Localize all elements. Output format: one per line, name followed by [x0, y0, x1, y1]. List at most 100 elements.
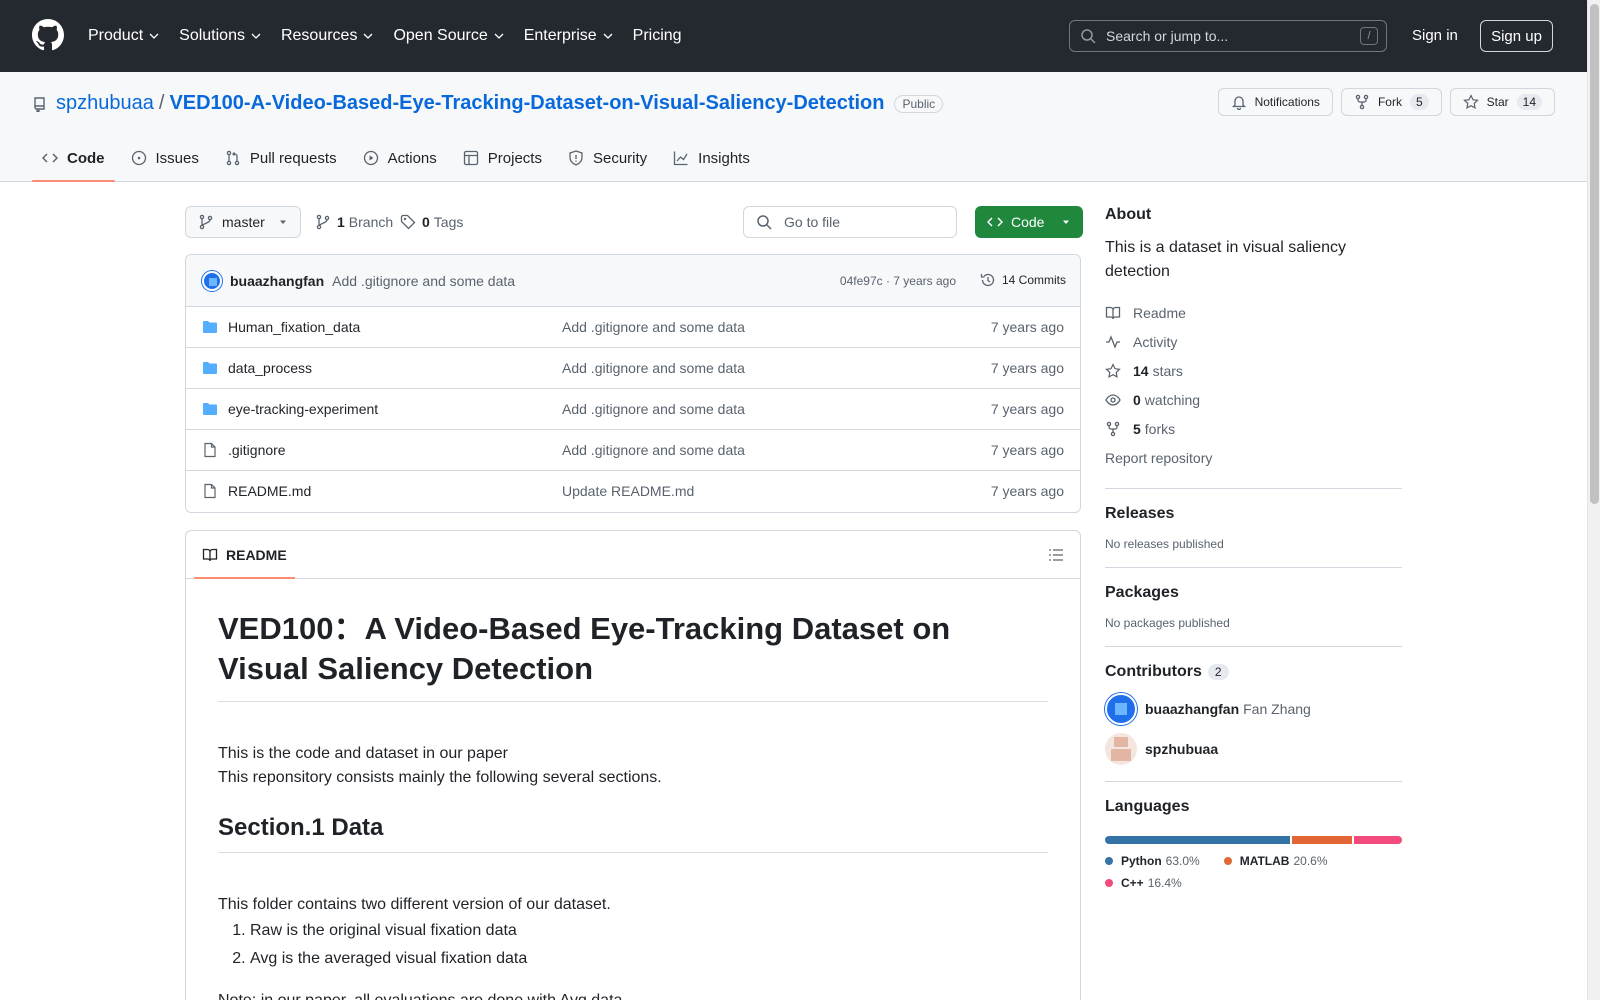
scrollbar-thumb[interactable] [1590, 4, 1599, 504]
star-icon [1462, 94, 1479, 110]
languages-heading: Languages [1105, 798, 1190, 815]
fork-count: 5 [1409, 94, 1429, 110]
commit-message-link[interactable]: Add .gitignore and some data [332, 273, 515, 289]
file-row[interactable]: README.md Update README.md 7 years ago [186, 471, 1080, 512]
file-name-link[interactable]: README.md [228, 483, 311, 499]
avatar[interactable] [1105, 693, 1137, 725]
repo-sidebar: About This is a dataset in visual salien… [1105, 206, 1402, 898]
file-name-link[interactable]: eye-tracking-experiment [228, 401, 378, 417]
file-name-link[interactable]: Human_fixation_data [228, 319, 360, 335]
forks-link[interactable]: 5 forks [1105, 414, 1402, 443]
stars-link[interactable]: 14 stars [1105, 356, 1402, 385]
tab-security[interactable]: Security [558, 134, 657, 182]
nav-solutions[interactable]: Solutions [179, 27, 261, 45]
file-commit-message[interactable]: Add .gitignore and some data [562, 319, 745, 335]
fork-icon [1106, 421, 1120, 436]
file-name-link[interactable]: data_process [228, 360, 312, 376]
about-heading: About [1105, 206, 1152, 223]
nav-enterprise[interactable]: Enterprise [524, 27, 613, 45]
contributor-login[interactable]: spzhubuaa [1145, 741, 1218, 757]
file-commit-message[interactable]: Add .gitignore and some data [562, 442, 745, 458]
tags-link[interactable]: 0 Tags [400, 214, 463, 230]
language-item[interactable]: C++ 16.4% [1105, 876, 1182, 890]
file-commit-message[interactable]: Update README.md [562, 483, 694, 499]
releases-empty-text: No releases published [1105, 537, 1224, 551]
divider [1105, 781, 1402, 782]
fork-button[interactable]: Fork 5 [1340, 88, 1442, 116]
language-bar-segment [1291, 836, 1352, 844]
releases-heading[interactable]: Releases [1105, 505, 1402, 523]
language-dot [1223, 857, 1232, 865]
search-input[interactable]: Search or jump to... / [1069, 20, 1387, 52]
branch-selector[interactable]: master [185, 206, 301, 238]
branches-link[interactable]: 1 Branch [315, 214, 393, 230]
language-bar-segment [1353, 836, 1402, 844]
contributor[interactable]: spzhubuaa [1105, 733, 1402, 765]
commits-history-link[interactable]: 14 Commits [980, 272, 1066, 288]
global-nav: Product Solutions Resources Open Source … [88, 0, 702, 72]
tab-actions[interactable]: Actions [353, 134, 447, 182]
code-icon [987, 217, 1003, 227]
commit-hash-time[interactable]: 04fe97c · 7 years ago [840, 274, 956, 288]
file-icon [204, 442, 216, 458]
tab-pull-requests[interactable]: Pull requests [215, 134, 347, 182]
repo-header: spzhubuaa / VED100-A-Video-Based-Eye-Tra… [0, 72, 1587, 182]
languages-bar [1105, 836, 1402, 844]
activity-link[interactable]: Activity [1105, 327, 1402, 356]
chevron-down-icon [603, 33, 613, 39]
repo-owner-link[interactable]: spzhubuaa [56, 92, 154, 115]
page-scrollbar[interactable] [1587, 0, 1600, 1000]
readme-title: VED100：A Video-Based Eye-Tracking Datase… [218, 609, 1048, 702]
language-item[interactable]: Python 63.0% [1105, 854, 1200, 868]
contributors-heading[interactable]: Contributors 2 [1105, 663, 1402, 681]
tab-projects[interactable]: Projects [453, 134, 552, 182]
folder-icon [203, 362, 217, 374]
contributors-list: buaazhangfan Fan Zhang spzhubuaa [1105, 693, 1402, 765]
tab-code[interactable]: Code [32, 134, 115, 182]
outline-list-icon[interactable] [1048, 547, 1064, 563]
nav-resources[interactable]: Resources [281, 27, 373, 45]
sign-up-button[interactable]: Sign up [1480, 20, 1553, 52]
notifications-button[interactable]: Notifications [1217, 88, 1333, 116]
tab-insights[interactable]: Insights [663, 134, 760, 182]
nav-open-source[interactable]: Open Source [393, 27, 504, 45]
contributors-count: 2 [1207, 664, 1229, 680]
caret-down-icon [280, 220, 286, 224]
readme-link[interactable]: Readme [1105, 298, 1402, 327]
contributor-login[interactable]: buaazhangfan [1145, 701, 1239, 717]
file-row[interactable]: .gitignore Add .gitignore and some data … [186, 430, 1080, 471]
readme-paragraph: This reponsitory consists mainly the fol… [218, 769, 662, 786]
chevron-down-icon [251, 33, 261, 39]
pull-request-icon [226, 150, 240, 166]
search-placeholder: Search or jump to... [1106, 28, 1229, 44]
readme-tab[interactable]: README [194, 531, 295, 579]
readme-body: VED100：A Video-Based Eye-Tracking Datase… [186, 609, 1080, 1000]
nav-product[interactable]: Product [88, 27, 159, 45]
file-row[interactable]: data_process Add .gitignore and some dat… [186, 348, 1080, 389]
repo-actions: Notifications Fork 5 Star 14 [1217, 88, 1555, 116]
list-item: Avg is the averaged visual fixation data [250, 945, 1048, 973]
star-button[interactable]: Star 14 [1449, 88, 1555, 116]
repo-name-link[interactable]: VED100-A-Video-Based-Eye-Tracking-Datase… [169, 92, 884, 115]
watching-link[interactable]: 0 watching [1105, 385, 1402, 414]
avatar[interactable] [1105, 733, 1137, 765]
language-item[interactable]: MATLAB 20.6% [1223, 854, 1328, 868]
packages-heading[interactable]: Packages [1105, 584, 1402, 602]
tab-issues[interactable]: Issues [121, 134, 209, 182]
sign-in-link[interactable]: Sign in [1412, 27, 1458, 44]
commit-author-link[interactable]: buaazhangfan [230, 273, 324, 289]
report-repository-link[interactable]: Report repository [1105, 443, 1402, 472]
avatar[interactable] [202, 270, 222, 291]
go-to-file-input[interactable]: Go to file [743, 206, 957, 238]
contributor[interactable]: buaazhangfan Fan Zhang [1105, 693, 1402, 725]
github-logo-icon[interactable] [32, 19, 64, 51]
chevron-down-icon [149, 33, 159, 39]
nav-pricing[interactable]: Pricing [633, 27, 682, 45]
file-name-link[interactable]: .gitignore [228, 442, 286, 458]
file-row[interactable]: Human_fixation_data Add .gitignore and s… [186, 307, 1080, 348]
file-commit-message[interactable]: Add .gitignore and some data [562, 401, 745, 417]
file-row[interactable]: eye-tracking-experiment Add .gitignore a… [186, 389, 1080, 430]
file-commit-message[interactable]: Add .gitignore and some data [562, 360, 745, 376]
code-dropdown-button[interactable]: Code [975, 206, 1083, 238]
file-age: 7 years ago [990, 401, 1064, 417]
